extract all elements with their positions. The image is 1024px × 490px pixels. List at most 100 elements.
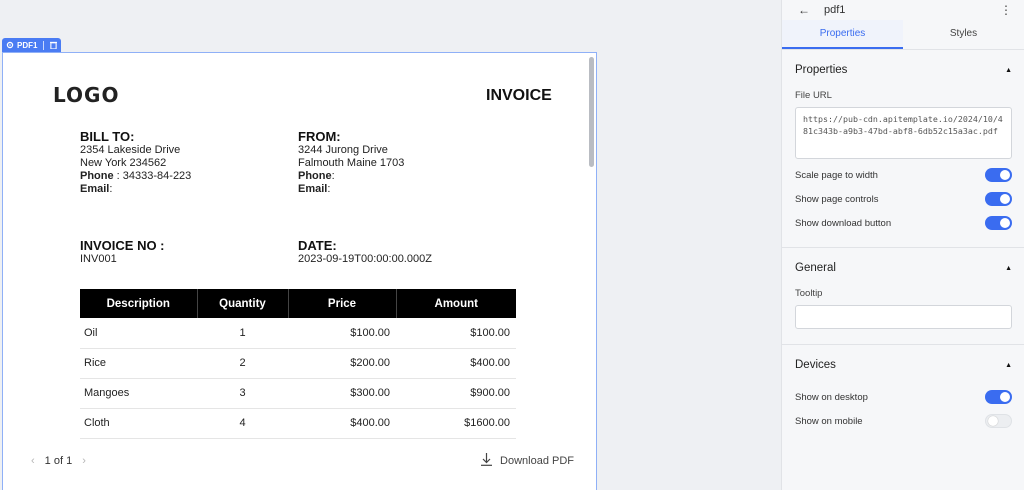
date-heading: DATE: xyxy=(298,238,337,253)
column-header: Amount xyxy=(396,289,516,318)
file-url-field[interactable]: https://pub-cdn.apitemplate.io/2024/10/4… xyxy=(795,107,1012,159)
editor-canvas[interactable]: PDF1 LOGO INVOICE BILL TO: 2354 Lakeside… xyxy=(0,0,780,490)
caret-up-icon[interactable]: ▲ xyxy=(1005,362,1012,369)
devices-section-header[interactable]: Devices ▲ xyxy=(795,345,1012,385)
download-icon xyxy=(481,453,493,469)
caret-up-icon[interactable]: ▲ xyxy=(1005,67,1012,74)
bill-to-email-value: : xyxy=(109,183,113,195)
devices-section-title: Devices xyxy=(795,359,836,371)
bill-to-heading: BILL TO: xyxy=(80,129,135,144)
toggle-label: Show page controls xyxy=(795,193,879,205)
show-on-mobile-toggle[interactable] xyxy=(985,414,1012,428)
invoice-no-value: INV001 xyxy=(80,253,117,265)
widget-tag-label: PDF1 xyxy=(17,40,38,50)
chevron-left-icon[interactable]: ‹ xyxy=(31,455,35,467)
widget-name[interactable]: pdf1 xyxy=(824,4,1000,16)
cell-quantity: 1 xyxy=(197,318,288,349)
download-pdf-button[interactable]: Download PDF xyxy=(481,453,574,469)
from-phone-label: Phone xyxy=(298,170,332,182)
logo: LOGO xyxy=(53,83,120,107)
pdf-scrollbar[interactable] xyxy=(589,57,594,167)
cell-amount: $1600.00 xyxy=(396,408,516,439)
invoice-no-heading: INVOICE NO : xyxy=(80,238,165,253)
cell-amount: $400.00 xyxy=(396,348,516,379)
table-row: Rice 2 $200.00 $400.00 xyxy=(80,348,516,379)
from-line2: Falmouth Maine 1703 xyxy=(298,157,405,169)
invoice-title: INVOICE xyxy=(486,87,552,104)
bill-to-phone-label: Phone xyxy=(80,170,114,182)
general-section-header[interactable]: General ▲ xyxy=(795,248,1012,288)
toggle-label: Show download button xyxy=(795,217,892,229)
panel-topbar: ← pdf1 ⋮ xyxy=(782,0,1024,20)
tooltip-input[interactable] xyxy=(795,305,1012,329)
toggle-label: Show on mobile xyxy=(795,415,863,427)
date-value: 2023-09-19T00:00:00.000Z xyxy=(298,253,432,265)
bill-to-email-label: Email xyxy=(80,183,110,195)
toggle-row-scale-page: Scale page to width xyxy=(795,163,1012,187)
table-row: Oil 1 $100.00 $100.00 xyxy=(80,318,516,349)
properties-section: Properties ▲ File URL https://pub-cdn.ap… xyxy=(782,50,1024,248)
table-row: Cloth 4 $400.00 $1600.00 xyxy=(80,408,516,439)
tooltip-label: Tooltip xyxy=(795,288,823,299)
bill-to-phone-value: : 34333-84-223 xyxy=(113,170,192,182)
toggle-row-page-controls: Show page controls xyxy=(795,187,1012,211)
from-line1: 3244 Jurong Drive xyxy=(298,144,388,156)
general-section: General ▲ Tooltip xyxy=(782,248,1024,345)
from-block: FROM: 3244 Jurong Drive Falmouth Maine 1… xyxy=(298,129,404,196)
scale-page-toggle[interactable] xyxy=(985,168,1012,182)
cell-quantity: 4 xyxy=(197,408,288,439)
column-header: Price xyxy=(288,289,397,318)
from-phone-value: : xyxy=(331,170,335,182)
toggle-row-desktop: Show on desktop xyxy=(795,385,1012,409)
pdf-page: LOGO INVOICE BILL TO: 2354 Lakeside Driv… xyxy=(3,53,588,443)
pdf-viewer[interactable]: LOGO INVOICE BILL TO: 2354 Lakeside Driv… xyxy=(2,52,597,490)
cell-amount: $100.00 xyxy=(396,318,516,349)
tag-divider xyxy=(43,40,45,50)
table-header-row: Description Quantity Price Amount xyxy=(80,289,516,318)
trash-icon[interactable] xyxy=(50,41,58,49)
cell-description: Cloth xyxy=(80,408,197,439)
column-header: Quantity xyxy=(197,289,289,318)
invoice-table: Description Quantity Price Amount Oil 1 … xyxy=(80,289,516,439)
column-header: Description xyxy=(80,289,198,318)
page-indicator: 1 of 1 xyxy=(44,455,73,467)
bill-to-block: BILL TO: 2354 Lakeside Drive New York 23… xyxy=(80,129,191,196)
page-controls-toggle[interactable] xyxy=(985,192,1012,206)
properties-section-title: Properties xyxy=(795,64,848,76)
arrow-left-icon[interactable]: ← xyxy=(798,3,810,17)
table-row: Mangoes 3 $300.00 $900.00 xyxy=(80,378,516,409)
pager: ‹ 1 of 1 › xyxy=(31,455,86,467)
cell-price: $400.00 xyxy=(288,408,396,439)
cell-description: Rice xyxy=(80,348,197,379)
bill-to-line1: 2354 Lakeside Drive xyxy=(80,144,181,156)
widget-tag[interactable]: PDF1 xyxy=(2,38,62,52)
gear-icon[interactable] xyxy=(6,41,14,49)
file-url-label: File URL xyxy=(795,90,832,101)
chevron-right-icon[interactable]: › xyxy=(82,455,86,467)
from-heading: FROM: xyxy=(298,129,341,144)
cell-description: Oil xyxy=(80,318,197,349)
date-block: DATE: 2023-09-19T00:00:00.000Z xyxy=(298,238,432,266)
kebab-menu-icon[interactable]: ⋮ xyxy=(1000,3,1012,17)
download-button-toggle[interactable] xyxy=(985,216,1012,230)
properties-panel: ← pdf1 ⋮ Properties Styles Properties ▲ … xyxy=(781,0,1024,490)
tab-styles[interactable]: Styles xyxy=(903,20,1024,49)
cell-quantity: 2 xyxy=(197,348,288,379)
from-email-value: : xyxy=(327,183,331,195)
toggle-label: Scale page to width xyxy=(795,169,878,181)
show-on-desktop-toggle[interactable] xyxy=(985,390,1012,404)
properties-section-header[interactable]: Properties ▲ xyxy=(795,50,1012,90)
toggle-label: Show on desktop xyxy=(795,391,868,403)
from-email-label: Email xyxy=(298,183,328,195)
bill-to-line2: New York 234562 xyxy=(80,157,167,169)
toggle-row-mobile: Show on mobile xyxy=(795,409,1012,433)
general-section-title: General xyxy=(795,262,836,274)
invoice-no-block: INVOICE NO : INV001 xyxy=(80,238,165,266)
cell-quantity: 3 xyxy=(197,378,288,409)
cell-amount: $900.00 xyxy=(396,378,516,409)
caret-up-icon[interactable]: ▲ xyxy=(1005,265,1012,272)
toggle-row-download-button: Show download button xyxy=(795,211,1012,235)
cell-description: Mangoes xyxy=(80,378,197,409)
download-pdf-label: Download PDF xyxy=(500,455,574,467)
tab-properties[interactable]: Properties xyxy=(782,20,903,49)
